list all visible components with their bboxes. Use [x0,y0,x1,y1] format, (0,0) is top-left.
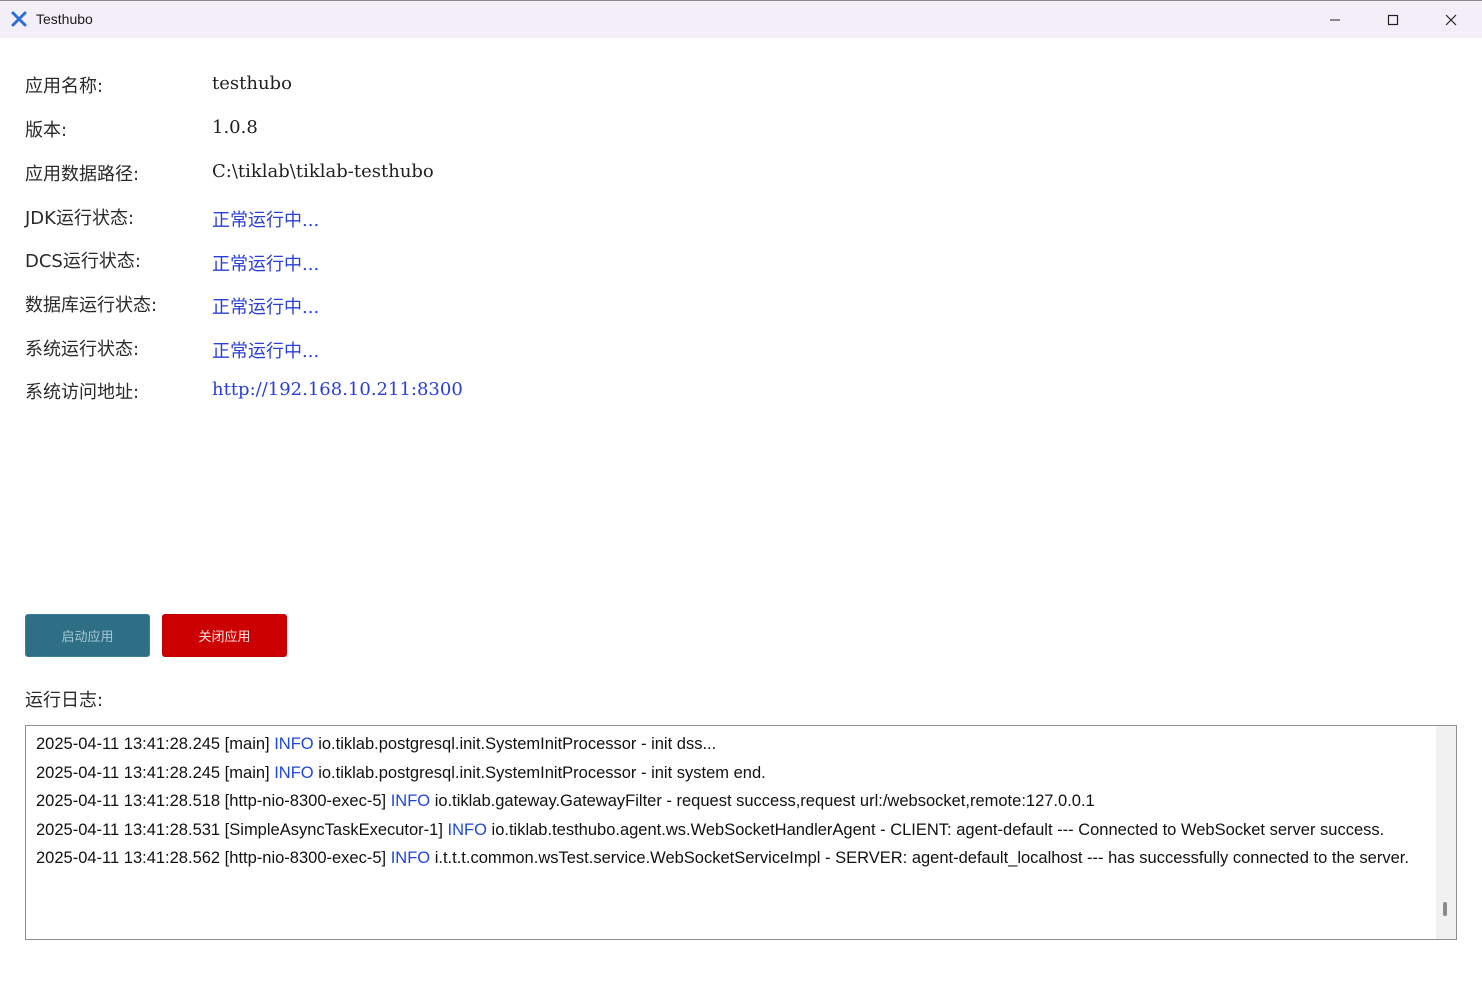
log-prefix: 2025-04-11 13:41:28.562 [http-nio-8300-e… [36,849,391,867]
stop-app-button[interactable]: 关闭应用 [162,614,287,657]
jdk-status-label: JDK运行状态: [25,208,135,229]
data-path-label: 应用数据路径: [25,164,140,185]
start-app-button[interactable]: 启动应用 [25,614,150,657]
log-level: INFO [390,792,431,810]
log-message: io.tiklab.postgresql.init.SystemInitProc… [313,763,766,782]
dcs-status-value: 正常运行中... [212,254,320,275]
dcs-status-label: DCS运行状态: [25,251,141,272]
minimize-icon [1329,14,1341,26]
maximize-button[interactable] [1364,1,1422,38]
access-url-label: 系统访问地址: [25,382,140,403]
log-prefix: 2025-04-11 13:41:28.531 [SimpleAsyncTask… [36,820,448,839]
log-label: 运行日志: [25,690,104,711]
log-level: INFO [447,820,487,839]
log-line: 2025-04-11 13:41:28.562 [http-nio-8300-e… [36,848,1426,869]
close-icon [1445,14,1457,26]
log-prefix: 2025-04-11 13:41:28.245 [main] [36,735,275,753]
log-line: 2025-04-11 13:41:28.531 [SimpleAsyncTask… [36,820,1426,841]
log-line: 2025-04-11 13:41:28.518 [http-nio-8300-e… [36,791,1426,812]
log-panel[interactable]: 2025-04-11 13:41:28.245 [main] INFO io.t… [25,725,1457,940]
title-bar[interactable]: Testhubo [0,0,1482,38]
db-status-value: 正常运行中... [212,297,320,318]
log-message: io.tiklab.gateway.GatewayFilter - reques… [430,792,1095,810]
maximize-icon [1387,14,1399,26]
app-name-value: testhubo [212,73,292,94]
log-level: INFO [390,849,431,867]
app-name-label: 应用名称: [25,76,104,97]
system-status-value: 正常运行中... [212,341,320,362]
version-value: 1.0.8 [212,117,258,138]
system-status-label: 系统运行状态: [25,339,140,360]
db-status-label: 数据库运行状态: [25,295,158,316]
log-prefix: 2025-04-11 13:41:28.518 [http-nio-8300-e… [36,792,391,810]
data-path-value: C:\tiklab\tiklab-testhubo [212,161,434,182]
log-lines: 2025-04-11 13:41:28.245 [main] INFO io.t… [36,734,1426,877]
log-level: INFO [274,735,314,753]
jdk-status-value: 正常运行中... [212,210,320,231]
log-line: 2025-04-11 13:41:28.245 [main] INFO io.t… [36,763,1426,784]
scroll-thumb[interactable] [1443,902,1447,916]
log-line: 2025-04-11 13:41:28.245 [main] INFO io.t… [36,734,1426,755]
log-message: io.tiklab.testhubo.agent.ws.WebSocketHan… [486,820,1385,839]
window-title: Testhubo [36,11,93,27]
minimize-button[interactable] [1306,1,1364,38]
log-message: io.tiklab.postgresql.init.SystemInitProc… [313,735,717,753]
log-prefix: 2025-04-11 13:41:28.245 [main] [36,763,275,782]
log-level: INFO [274,763,314,782]
log-scrollbar[interactable] [1436,726,1456,939]
log-message: i.t.t.t.common.wsTest.service.WebSocketS… [430,849,1409,867]
version-label: 版本: [25,120,68,141]
close-button[interactable] [1422,1,1480,38]
testhubo-logo-icon [11,11,27,27]
access-url-link[interactable]: http://192.168.10.211:8300 [212,379,463,400]
